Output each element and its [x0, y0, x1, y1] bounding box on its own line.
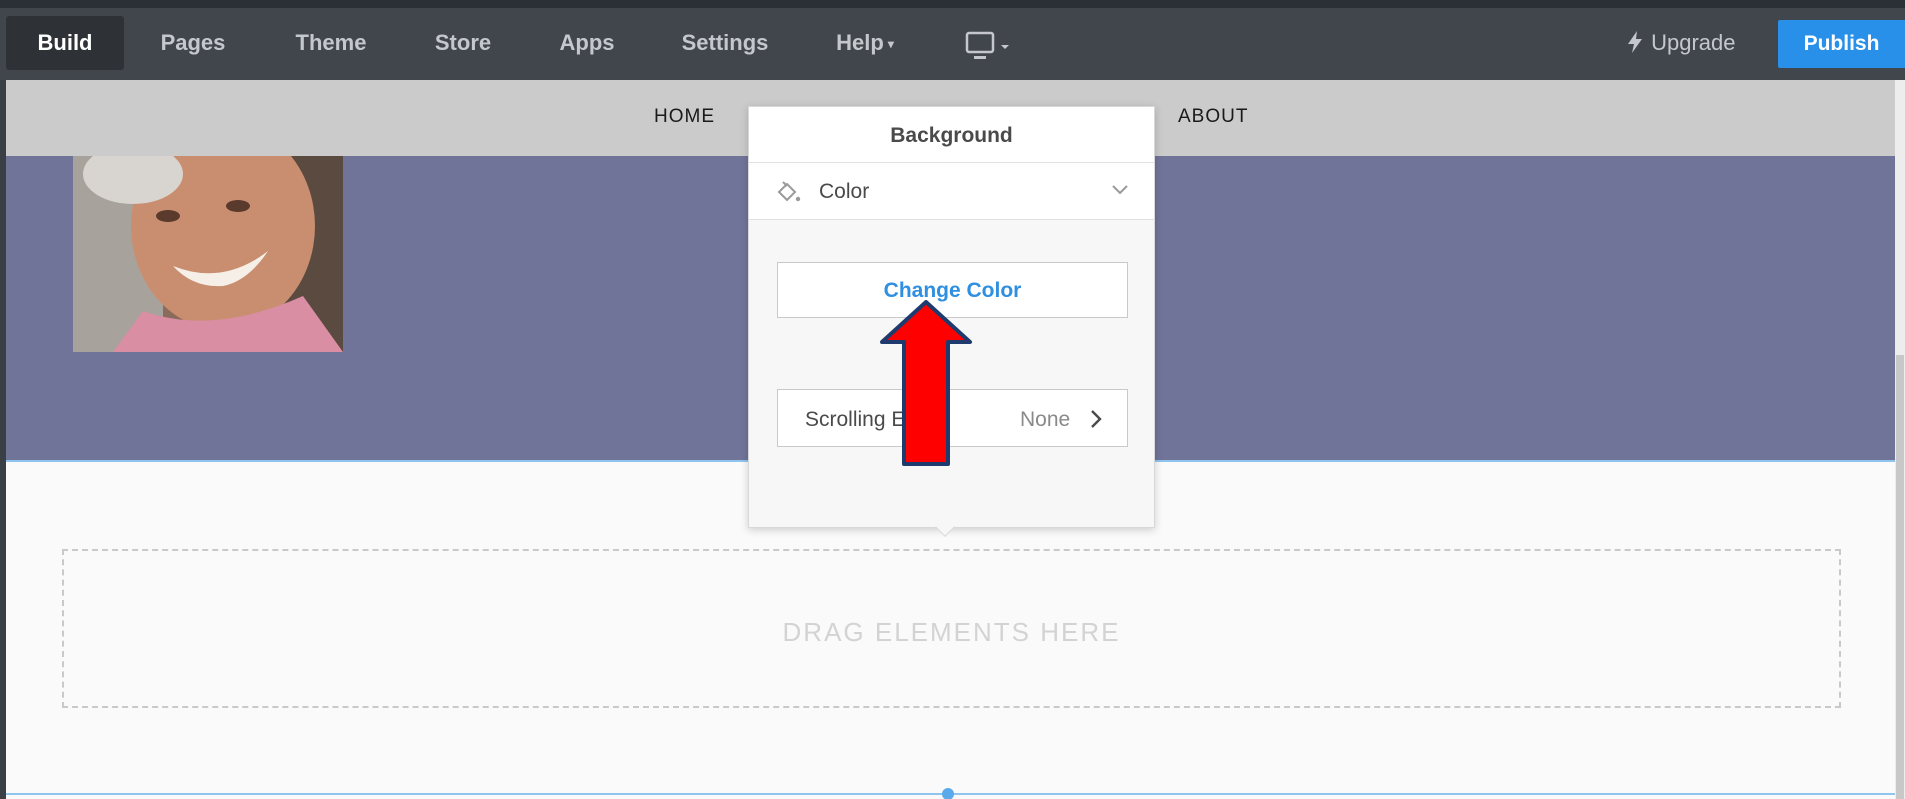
tab-apps[interactable]: Apps — [540, 16, 634, 70]
chevron-down-icon — [1112, 185, 1128, 195]
editor-toolbar: Build Pages Theme Store Apps Settings He… — [0, 0, 1905, 80]
tab-store[interactable]: Store — [413, 16, 513, 70]
drop-zone[interactable]: DRAG ELEMENTS HERE — [62, 549, 1841, 708]
chevron-right-icon — [1091, 410, 1102, 428]
caret-down-icon: ▾ — [887, 37, 894, 52]
popover-title: Background — [890, 124, 1013, 147]
site-nav-home[interactable]: HOME — [654, 106, 715, 128]
editor-toolbar-bar: Build Pages Theme Store Apps Settings He… — [0, 8, 1905, 80]
profile-photo[interactable] — [73, 156, 343, 352]
red-arrow-annotation-icon — [880, 300, 972, 466]
upgrade-button[interactable]: Upgrade — [1625, 16, 1736, 70]
drop-zone-label: DRAG ELEMENTS HERE — [782, 617, 1121, 647]
background-type-select[interactable]: Color — [749, 163, 1154, 220]
device-preview-toggle[interactable] — [964, 30, 1014, 66]
section-resize-handle[interactable] — [942, 788, 954, 799]
scrolling-effect-value: None — [1020, 408, 1071, 431]
scrollbar-thumb[interactable] — [1896, 355, 1904, 799]
site-nav-about[interactable]: ABOUT — [1178, 106, 1248, 128]
help-label: Help — [836, 30, 884, 55]
lightning-bolt-icon — [1628, 31, 1642, 53]
background-type-label: Color — [819, 180, 870, 203]
upgrade-label: Upgrade — [1651, 30, 1736, 55]
desktop-monitor-icon — [965, 31, 1009, 59]
tab-build[interactable]: Build — [6, 16, 124, 70]
paint-bucket-icon — [777, 181, 801, 202]
publish-button[interactable]: Publish — [1778, 20, 1905, 68]
smiling-man-photo-image — [73, 156, 343, 352]
tab-pages[interactable]: Pages — [138, 16, 248, 70]
popover-header: Background — [749, 107, 1154, 163]
tab-help[interactable]: Help ▾ — [822, 16, 908, 70]
tab-settings[interactable]: Settings — [663, 16, 787, 70]
tab-theme[interactable]: Theme — [276, 16, 386, 70]
